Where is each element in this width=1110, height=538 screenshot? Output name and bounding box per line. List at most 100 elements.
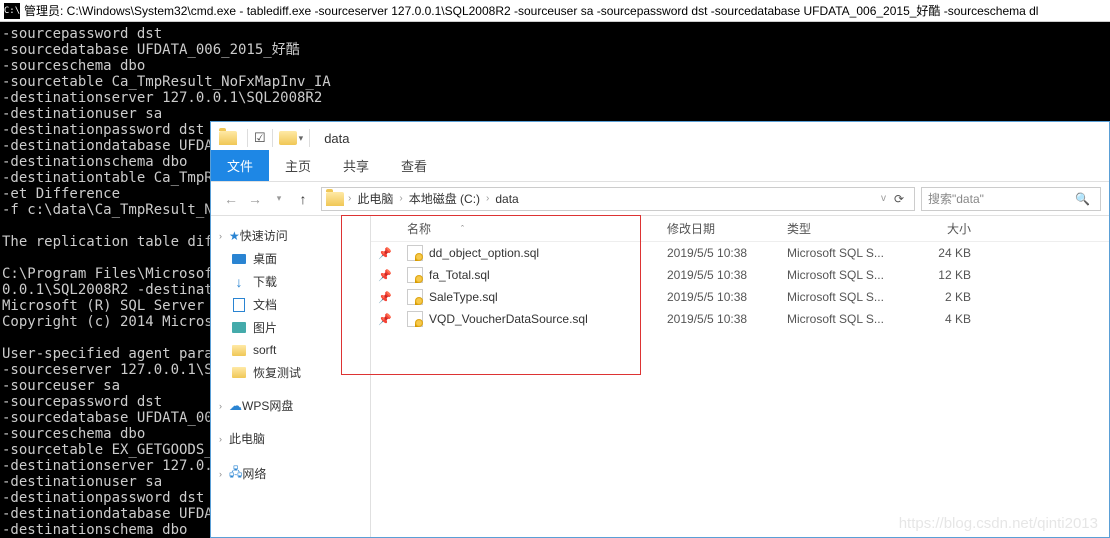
file-date: 2019/5/5 10:38 bbox=[659, 290, 779, 304]
path-box[interactable]: › 此电脑 › 本地磁盘 (C:) › data v ⟳ bbox=[321, 187, 915, 211]
sidebar-label: 桌面 bbox=[253, 250, 277, 267]
file-name-cell[interactable]: fa_Total.sql bbox=[399, 267, 659, 283]
divider bbox=[247, 129, 248, 147]
folder-icon bbox=[219, 131, 237, 145]
sidebar-label: 网络 bbox=[242, 465, 266, 482]
sidebar-item-downloads[interactable]: ↓ 下载 bbox=[211, 270, 370, 293]
sidebar-label: sorft bbox=[253, 343, 276, 357]
up-button[interactable]: ↑ bbox=[291, 187, 315, 211]
chevron-right-icon[interactable]: › bbox=[346, 193, 353, 204]
tab-home[interactable]: 主页 bbox=[269, 150, 327, 181]
path-dropdown-icon[interactable]: v bbox=[879, 193, 888, 204]
column-header-size[interactable]: 大小 bbox=[899, 220, 979, 237]
tab-view[interactable]: 查看 bbox=[385, 150, 443, 181]
file-name: fa_Total.sql bbox=[429, 268, 490, 282]
sidebar-label: 此电脑 bbox=[229, 430, 265, 447]
column-header-date[interactable]: 修改日期 bbox=[659, 220, 779, 237]
file-row[interactable]: 📌 fa_Total.sql 2019/5/5 10:38Microsoft SQL… bbox=[371, 264, 1109, 286]
file-type: Microsoft SQL S... bbox=[779, 312, 899, 326]
network-icon: 🖧 bbox=[229, 463, 242, 484]
column-header-type[interactable]: 类型 bbox=[779, 220, 899, 237]
sidebar-item-wps[interactable]: ›☁WPS网盘 bbox=[211, 394, 370, 417]
path-segment-folder[interactable]: data bbox=[491, 192, 522, 206]
sort-indicator-icon: ˆ bbox=[461, 224, 464, 234]
document-icon bbox=[233, 298, 245, 312]
file-type: Microsoft SQL S... bbox=[779, 268, 899, 282]
sidebar-item-documents[interactable]: 文档 bbox=[211, 293, 370, 316]
sql-file-icon bbox=[407, 267, 423, 283]
file-name-cell[interactable]: SaleType.sql bbox=[399, 289, 659, 305]
column-header-name[interactable]: 名称 ˆ bbox=[399, 220, 659, 237]
file-list-pane[interactable]: 名称 ˆ 修改日期 类型 大小 📌 dd_object_option.sql 2019… bbox=[371, 216, 1109, 537]
folder-icon bbox=[232, 367, 246, 378]
cmd-title-text: 管理员: C:\Windows\System32\cmd.exe - table… bbox=[24, 2, 1038, 19]
file-row[interactable]: 📌 VQD_VoucherDataSource.sql 2019/5/5 10:38… bbox=[371, 308, 1109, 330]
file-name: dd_object_option.sql bbox=[429, 246, 539, 260]
cmd-icon: C:\ bbox=[4, 3, 20, 19]
sidebar-item-quick-access[interactable]: ›★快速访问 bbox=[211, 224, 370, 247]
file-size: 24 KB bbox=[899, 246, 979, 260]
ribbon-tabs: 文件 主页 共享 查看 bbox=[211, 154, 1109, 182]
file-date: 2019/5/5 10:38 bbox=[659, 268, 779, 282]
pictures-icon bbox=[232, 322, 246, 333]
cloud-icon: ☁ bbox=[229, 398, 242, 414]
checkbox-icon[interactable]: ☑ bbox=[254, 130, 266, 146]
divider bbox=[309, 129, 310, 147]
file-row[interactable]: 📌dd_object_option.sql2019/5/5 10:38Micro… bbox=[371, 242, 1109, 264]
file-date: 2019/5/5 10:38 bbox=[659, 312, 779, 326]
desktop-icon bbox=[232, 254, 246, 264]
file-name: SaleType.sql bbox=[429, 290, 498, 304]
refresh-button[interactable]: ⟳ bbox=[888, 192, 910, 206]
folder-icon bbox=[279, 131, 297, 145]
sidebar-label: 恢复测试 bbox=[253, 364, 301, 381]
file-name: VQD_VoucherDataSource.sql bbox=[429, 312, 588, 326]
chevron-right-icon[interactable]: › bbox=[484, 193, 491, 204]
sidebar-label: WPS网盘 bbox=[242, 397, 293, 414]
file-name-cell[interactable]: VQD_VoucherDataSource.sql bbox=[399, 311, 659, 327]
recent-dropdown[interactable]: ▾ bbox=[267, 187, 291, 211]
search-icon[interactable]: 🔍 bbox=[1075, 192, 1090, 206]
window-title: data bbox=[324, 131, 349, 146]
explorer-body: ›★快速访问 桌面 ↓ 下载 文档 图片 sorft 恢复测试 ›☁WPS网盘 ›… bbox=[211, 216, 1109, 537]
search-placeholder: 搜索"data" bbox=[928, 190, 984, 207]
file-size: 4 KB bbox=[899, 312, 979, 326]
pin-icon[interactable]: 📌 bbox=[371, 291, 399, 304]
sidebar-item-this-pc[interactable]: ›此电脑 bbox=[211, 427, 370, 450]
folder-icon bbox=[232, 345, 246, 356]
forward-button[interactable]: → bbox=[243, 187, 267, 211]
explorer-window[interactable]: ☑ ▾ data 文件 主页 共享 查看 ← → ▾ ↑ › 此电脑 › 本地磁… bbox=[210, 121, 1110, 538]
file-size: 12 KB bbox=[899, 268, 979, 282]
tab-file[interactable]: 文件 bbox=[211, 150, 269, 181]
column-label: 名称 bbox=[407, 220, 431, 237]
sidebar-label: 快速访问 bbox=[240, 227, 288, 244]
file-type: Microsoft SQL S... bbox=[779, 290, 899, 304]
sidebar-item-sorft[interactable]: sorft bbox=[211, 339, 370, 361]
sidebar-item-pictures[interactable]: 图片 bbox=[211, 316, 370, 339]
file-name-cell[interactable]: dd_object_option.sql bbox=[399, 245, 659, 261]
path-segment-drive[interactable]: 本地磁盘 (C:) bbox=[405, 190, 484, 207]
sidebar-label: 下载 bbox=[253, 273, 277, 290]
file-row[interactable]: 📌 SaleType.sql 2019/5/5 10:38Microsoft SQL… bbox=[371, 286, 1109, 308]
back-button[interactable]: ← bbox=[219, 187, 243, 211]
chevron-right-icon[interactable]: › bbox=[397, 193, 404, 204]
cmd-titlebar[interactable]: C:\ 管理员: C:\Windows\System32\cmd.exe - t… bbox=[0, 0, 1110, 22]
sidebar-item-network[interactable]: ›🖧网络 bbox=[211, 460, 370, 487]
sql-file-icon bbox=[407, 311, 423, 327]
pin-icon[interactable]: 📌 bbox=[371, 313, 399, 326]
search-input[interactable]: 搜索"data" 🔍 bbox=[921, 187, 1101, 211]
dropdown-icon[interactable]: ▾ bbox=[299, 133, 304, 144]
pin-icon[interactable]: 📌 bbox=[371, 269, 399, 282]
pin-icon[interactable]: 📌 bbox=[371, 247, 399, 260]
sidebar-label: 图片 bbox=[253, 319, 277, 336]
sql-file-icon bbox=[407, 245, 423, 261]
download-icon: ↓ bbox=[231, 274, 247, 290]
path-segment-pc[interactable]: 此电脑 bbox=[353, 190, 397, 207]
sidebar-item-desktop[interactable]: 桌面 bbox=[211, 247, 370, 270]
column-headers: 名称 ˆ 修改日期 类型 大小 bbox=[371, 216, 1109, 242]
file-size: 2 KB bbox=[899, 290, 979, 304]
address-bar: ← → ▾ ↑ › 此电脑 › 本地磁盘 (C:) › data v ⟳ 搜索"… bbox=[211, 182, 1109, 216]
file-type: Microsoft SQL S... bbox=[779, 246, 899, 260]
sidebar-item-recover[interactable]: 恢复测试 bbox=[211, 361, 370, 384]
tab-share[interactable]: 共享 bbox=[327, 150, 385, 181]
sidebar: ›★快速访问 桌面 ↓ 下载 文档 图片 sorft 恢复测试 ›☁WPS网盘 ›… bbox=[211, 216, 371, 537]
